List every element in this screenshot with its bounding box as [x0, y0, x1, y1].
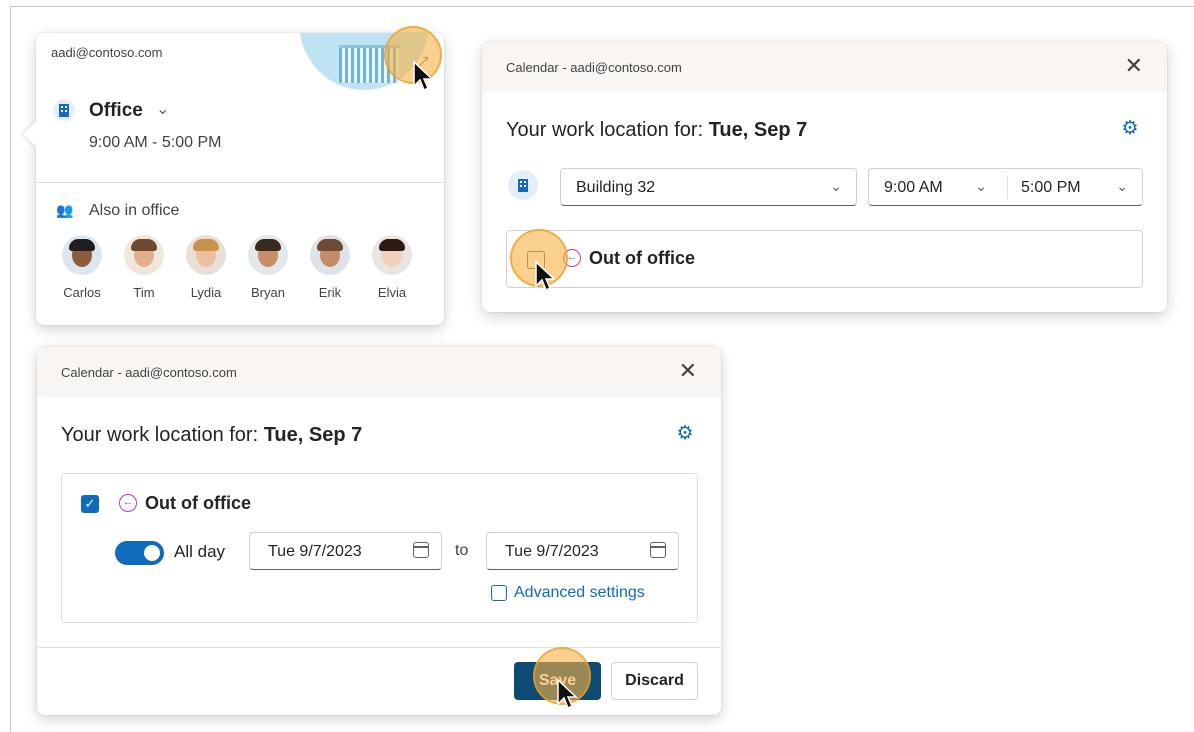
heading-date: Tue, Sep 7 [708, 119, 808, 141]
out-of-office-panel: ✓ ← Out of office All day Tue 9/7/2023 t… [61, 473, 698, 623]
dialog-title: Calendar - aadi@contoso.com [61, 365, 237, 380]
end-date-value: Tue 9/7/2023 [505, 543, 599, 560]
start-date-field[interactable]: Tue 9/7/2023 [249, 532, 442, 570]
chevron-down-icon: ⌄ [830, 178, 842, 194]
frame-border-left [10, 6, 11, 732]
frame-border-top [10, 6, 1194, 7]
gear-icon[interactable]: ⚙ [1119, 118, 1141, 140]
peek-pointer [23, 121, 49, 147]
calendar-icon[interactable] [650, 542, 666, 558]
avatar[interactable] [186, 235, 226, 275]
avatar-hair [69, 239, 95, 251]
people-icon: 👥 [56, 202, 74, 218]
person-name: Bryan [251, 285, 285, 300]
avatar-hair [193, 239, 219, 251]
also-in-office-label: Also in office [89, 202, 180, 219]
out-of-office-dialog: Calendar - aadi@contoso.com ✕ Your work … [37, 347, 721, 715]
divider [36, 182, 444, 183]
building-select-value: Building 32 [576, 179, 656, 196]
person-name: Carlos [63, 285, 101, 300]
chevron-down-icon[interactable]: ⌄ [156, 99, 169, 119]
dialog-heading: Your work location for: Tue, Sep 7 [61, 424, 362, 447]
person-item[interactable]: Tim [113, 235, 175, 300]
avatar[interactable] [372, 235, 412, 275]
out-of-office-checkbox[interactable]: ✓ [81, 495, 99, 513]
account-email: aadi@contoso.com [51, 45, 163, 60]
calendar-icon[interactable] [413, 542, 429, 558]
mouse-cursor-icon [535, 260, 556, 292]
building-icon [508, 170, 538, 200]
person-name: Tim [133, 285, 155, 300]
out-of-office-option[interactable]: ← Out of office [506, 230, 1143, 288]
building-select[interactable]: Building 32 ⌄ [560, 168, 857, 206]
start-time-value: 9:00 AM [884, 179, 943, 196]
avatar[interactable] [310, 235, 350, 275]
person-name: Elvia [377, 285, 407, 300]
time-range-select[interactable]: 9:00 AM ⌄ 5:00 PM ⌄ [868, 168, 1143, 206]
work-location-dialog: Calendar - aadi@contoso.com ✕ Your work … [482, 42, 1167, 312]
out-of-office-label: Out of office [145, 493, 251, 513]
building-icon [53, 99, 75, 121]
location-dropdown-label[interactable]: Office [89, 100, 143, 122]
out-of-office-icon: ← [119, 494, 137, 512]
people-list: Carlos Tim Lydia Bryan Erik Elvia [51, 235, 423, 300]
mouse-cursor-icon [557, 678, 578, 710]
out-of-office-label: Out of office [589, 248, 695, 268]
to-label: to [455, 542, 469, 559]
avatar[interactable] [124, 235, 164, 275]
chevron-down-icon[interactable]: ⌄ [1116, 178, 1128, 195]
end-date-field[interactable]: Tue 9/7/2023 [486, 532, 679, 570]
person-item[interactable]: Lydia [175, 235, 237, 300]
close-icon[interactable]: ✕ [679, 358, 697, 384]
settings-calendar-icon [491, 585, 507, 601]
footer-divider [37, 647, 721, 648]
end-time-value: 5:00 PM [1021, 179, 1081, 196]
avatar-hair [379, 239, 405, 251]
person-item[interactable]: Carlos [51, 235, 113, 300]
avatar-hair [317, 239, 343, 251]
dialog-header: Calendar - aadi@contoso.com ✕ [482, 42, 1167, 92]
advanced-settings-link[interactable]: Advanced settings [514, 584, 645, 602]
close-icon[interactable]: ✕ [1125, 53, 1143, 79]
person-item[interactable]: Erik [299, 235, 361, 300]
dialog-heading: Your work location for: Tue, Sep 7 [506, 119, 807, 142]
person-name: Lydia [190, 285, 222, 300]
person-name: Erik [318, 285, 342, 300]
chevron-down-icon[interactable]: ⌄ [975, 178, 987, 195]
discard-button[interactable]: Discard [611, 662, 698, 700]
dialog-title: Calendar - aadi@contoso.com [506, 60, 682, 75]
person-item[interactable]: Elvia [361, 235, 423, 300]
person-item[interactable]: Bryan [237, 235, 299, 300]
dialog-header: Calendar - aadi@contoso.com ✕ [37, 347, 721, 397]
all-day-label: All day [174, 542, 226, 561]
time-divider [1007, 175, 1008, 199]
heading-prefix: Your work location for: [506, 119, 704, 141]
avatar-hair [131, 239, 157, 251]
heading-prefix: Your work location for: [61, 424, 259, 446]
gear-icon[interactable]: ⚙ [674, 423, 696, 445]
start-date-value: Tue 9/7/2023 [268, 543, 362, 560]
work-location-peek-card: aadi@contoso.com ⤢ Office ⌄ 9:00 AM - 5:… [23, 33, 444, 325]
avatar[interactable] [248, 235, 288, 275]
heading-date: Tue, Sep 7 [263, 424, 363, 446]
mouse-cursor-icon [413, 60, 434, 92]
avatar[interactable] [62, 235, 102, 275]
avatar-hair [255, 239, 281, 251]
toggle-knob [144, 545, 160, 561]
location-time-range: 9:00 AM - 5:00 PM [89, 134, 222, 151]
all-day-toggle[interactable] [115, 541, 164, 565]
